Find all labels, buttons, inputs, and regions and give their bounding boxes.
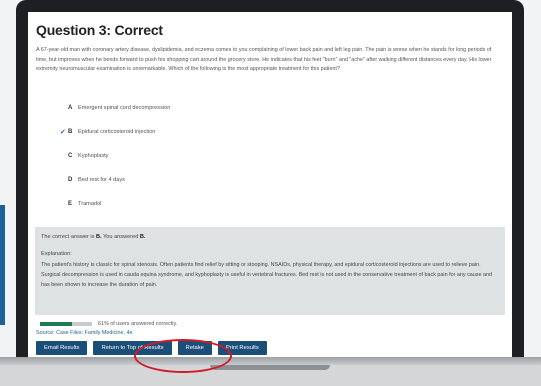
- explanation-panel: The correct answer is B. You answered B.…: [35, 227, 505, 315]
- answered-letter: B.: [139, 234, 146, 240]
- laptop-base: [0, 357, 541, 386]
- answer-stats: 61% of users answered correctly.: [40, 321, 177, 327]
- correct-answer-line: The correct answer is B. You answered B.: [41, 234, 145, 240]
- answer-text: Bed rest for 4 days: [78, 177, 125, 183]
- answer-option-c[interactable]: C Kyphoplasty: [60, 144, 360, 168]
- return-to-top-button[interactable]: Return to Top of Results: [93, 341, 172, 355]
- percent-correct-bar: [40, 322, 92, 326]
- answer-letter: B: [68, 129, 73, 135]
- retake-button[interactable]: Retake: [177, 341, 212, 355]
- email-results-button[interactable]: Email Results: [36, 341, 88, 355]
- answer-text: Kyphoplasty: [78, 153, 109, 159]
- answer-letter: A: [68, 105, 73, 111]
- question-stem: A 67-year-old man with coronary artery d…: [36, 47, 492, 73]
- explanation-text: The patient's history is classic for spi…: [41, 262, 492, 288]
- answer-letter: C: [68, 153, 73, 159]
- answer-text: Emergent spinal cord decompression: [78, 105, 171, 111]
- explanation-heading: Explanation:: [41, 251, 72, 257]
- percent-correct-text: 61% of users answered correctly.: [98, 321, 178, 327]
- answered-prefix: You answered: [101, 234, 140, 240]
- laptop-screen: Question 3: Correct A 67-year-old man wi…: [28, 12, 512, 357]
- print-results-button[interactable]: Print Results: [217, 341, 267, 355]
- answer-text: Epidural corticosteroid injection: [78, 129, 156, 135]
- page-title: Question 3: Correct: [36, 22, 163, 38]
- answer-list: A Emergent spinal cord decompression ✓ B…: [60, 96, 360, 216]
- action-button-row: Email Results Return to Top of Results R…: [36, 341, 273, 355]
- check-icon: ✓: [60, 129, 66, 136]
- source-link[interactable]: Source: Case Files: Family Medicine, 4e: [36, 330, 132, 336]
- answer-option-b[interactable]: ✓ B Epidural corticosteroid injection: [60, 120, 360, 144]
- answer-option-d[interactable]: D Bed rest for 4 days: [60, 168, 360, 192]
- answer-option-e[interactable]: E Tramadol: [60, 192, 360, 216]
- correct-prefix: The correct answer is: [41, 234, 97, 240]
- percent-correct-fill: [40, 322, 72, 326]
- answer-text: Tramadol: [78, 201, 102, 207]
- answer-letter: D: [68, 177, 73, 183]
- side-accent-bar: [0, 205, 5, 325]
- answer-option-a[interactable]: A Emergent spinal cord decompression: [60, 96, 360, 120]
- answer-letter: E: [68, 201, 73, 207]
